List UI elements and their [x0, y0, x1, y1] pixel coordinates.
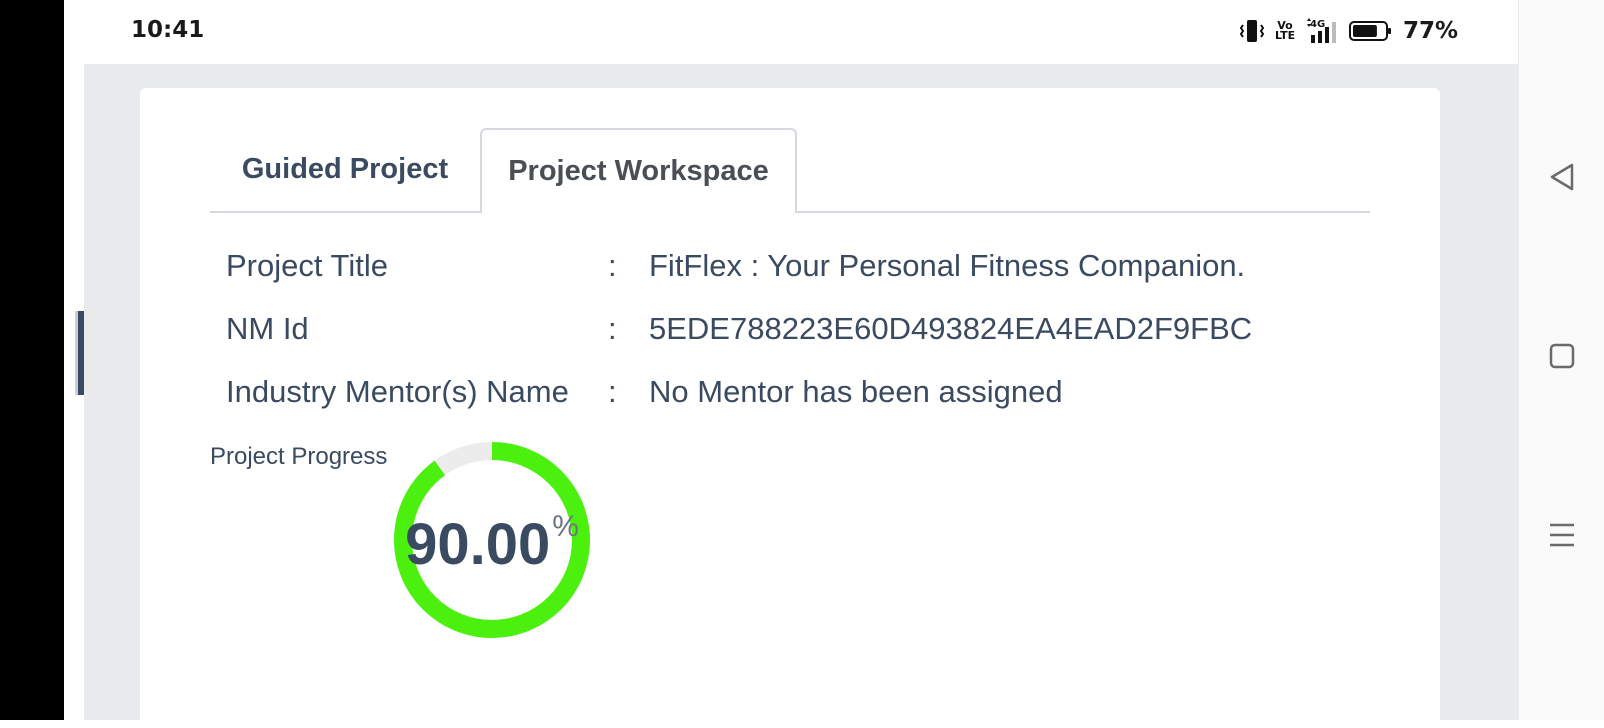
- project-info-table: Project Title : FitFlex : Your Personal …: [226, 248, 1326, 437]
- battery-icon: [1348, 21, 1391, 41]
- back-icon: [1550, 163, 1574, 191]
- home-icon: [1549, 343, 1575, 369]
- menu-button[interactable]: [1545, 518, 1579, 552]
- edge-drawer-handle[interactable]: [78, 311, 84, 395]
- status-bar: 10:41 Vo LTE 4G 77%: [64, 0, 1518, 64]
- info-row-mentor: Industry Mentor(s) Name : No Mentor has …: [226, 374, 1326, 437]
- status-time: 10:41: [131, 17, 205, 43]
- volte-line-2: LTE: [1274, 29, 1296, 42]
- separator-colon: :: [608, 374, 617, 409]
- left-black-bar: [0, 0, 64, 720]
- progress-number: 90.00: [405, 512, 551, 577]
- info-row-nm-id: NM Id : 5EDE788223E60D493824EA4EAD2F9FBC: [226, 311, 1326, 374]
- separator-colon: :: [608, 248, 617, 283]
- menu-icon: [1550, 523, 1574, 547]
- signal-icon: 4G: [1306, 18, 1336, 43]
- project-card: Guided Project Project Workspace Project…: [140, 88, 1440, 728]
- info-row-project-title: Project Title : FitFlex : Your Personal …: [226, 248, 1326, 311]
- project-title-value: FitFlex : Your Personal Fitness Companio…: [649, 248, 1246, 283]
- progress-unit: %: [552, 510, 579, 543]
- network-type-label: 4G: [1310, 19, 1325, 30]
- nm-id-label: NM Id: [226, 311, 309, 346]
- vibrate-icon: [1239, 20, 1265, 42]
- status-icons: Vo LTE 4G 77%: [1239, 17, 1458, 45]
- volte-icon: Vo LTE: [1274, 20, 1296, 42]
- project-title-label: Project Title: [226, 248, 388, 283]
- system-nav-bar: [1518, 0, 1604, 720]
- mentor-value: No Mentor has been assigned: [649, 374, 1063, 409]
- progress-value: 90.00 %: [392, 512, 592, 577]
- tab-project-workspace[interactable]: Project Workspace: [480, 128, 797, 213]
- mentor-label: Industry Mentor(s) Name: [226, 374, 569, 409]
- tab-guided-project[interactable]: Guided Project: [210, 128, 480, 211]
- nm-id-value: 5EDE788223E60D493824EA4EAD2F9FBC: [649, 311, 1253, 346]
- project-progress-label: Project Progress: [210, 443, 388, 470]
- separator-colon: :: [608, 311, 617, 346]
- back-button[interactable]: [1545, 160, 1579, 194]
- tab-bar: Guided Project Project Workspace: [210, 128, 1370, 213]
- home-button[interactable]: [1545, 339, 1579, 373]
- battery-percent: 77%: [1402, 18, 1458, 44]
- project-progress-gauge: 90.00 %: [392, 440, 592, 640]
